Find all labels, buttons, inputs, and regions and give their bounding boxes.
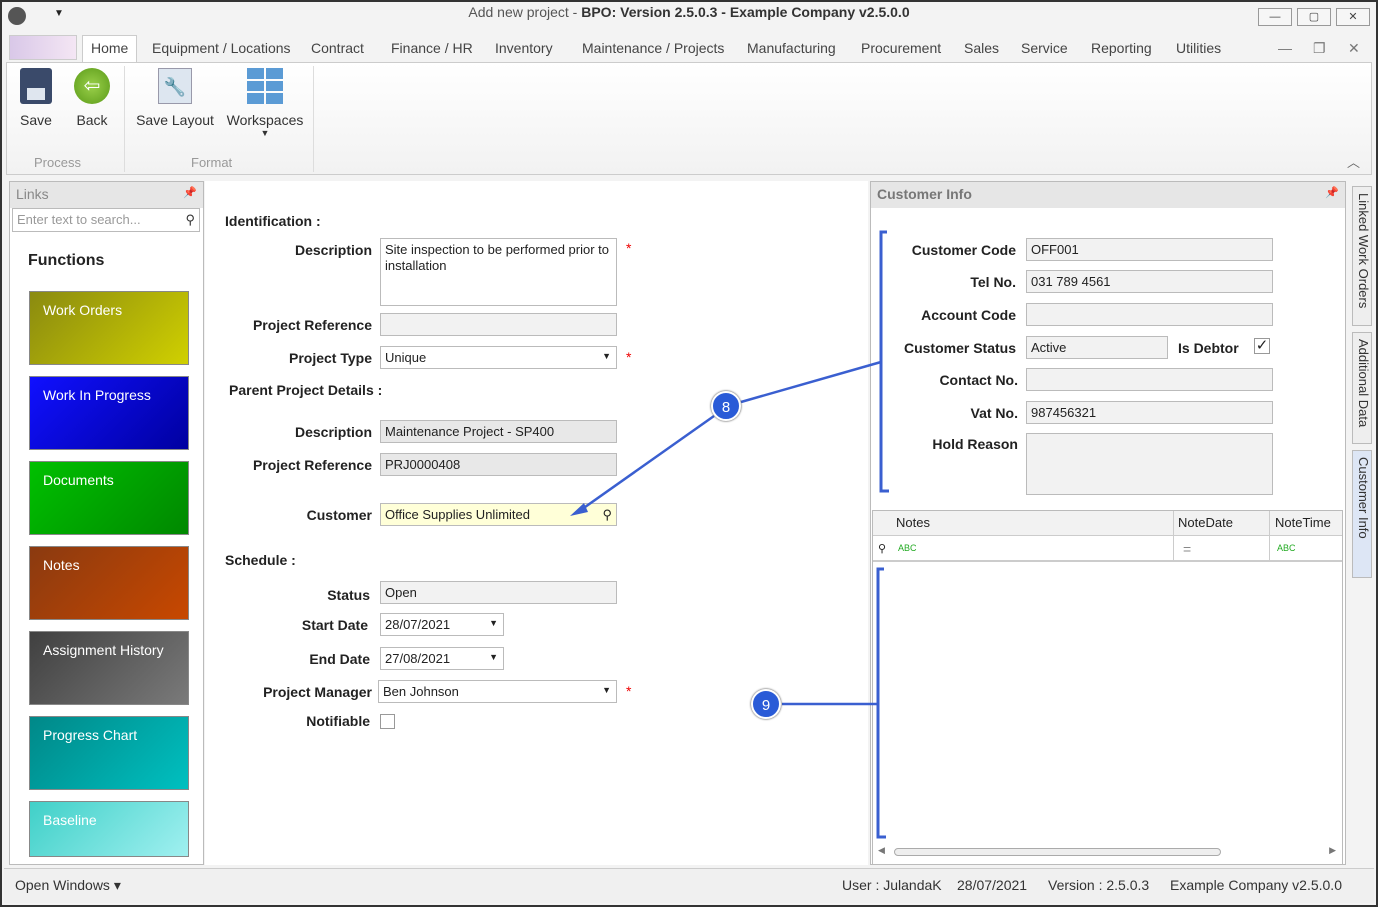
status-user: User : JulandaK [842, 877, 942, 893]
status-version: Version : 2.5.0.3 [1048, 877, 1150, 893]
arrow-head-icon [570, 503, 588, 516]
bracket-customer-info [879, 230, 889, 493]
status-bar [4, 868, 1374, 903]
callout-line [740, 360, 882, 404]
open-windows-menu[interactable]: Open Windows ▾ [15, 877, 121, 894]
bracket-notes-grid [876, 567, 886, 839]
callout-badge-8: 8 [711, 391, 741, 421]
annotation-overlay [570, 230, 889, 839]
status-date: 28/07/2021 [957, 877, 1028, 893]
callout-badge-9: 9 [751, 689, 781, 719]
callout-arrow [577, 414, 715, 514]
status-company: Example Company v2.5.0.0 [1170, 877, 1342, 893]
